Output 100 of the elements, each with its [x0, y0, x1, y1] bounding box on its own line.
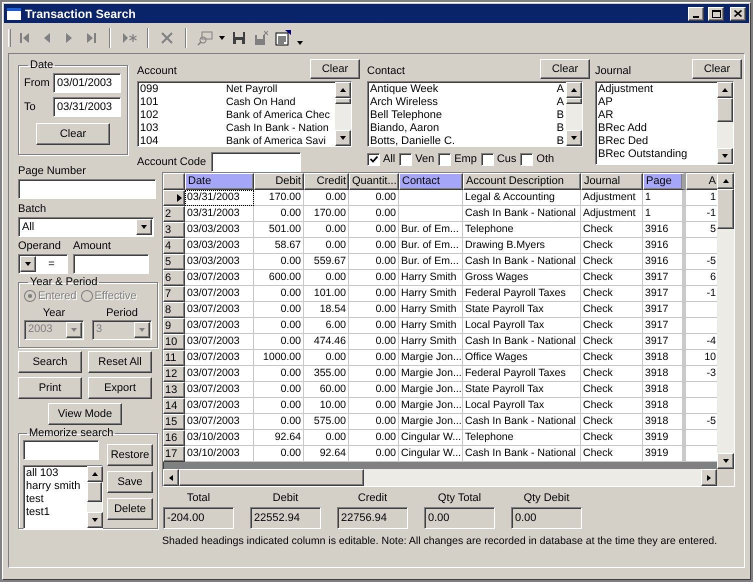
button[interactable]: Save [107, 471, 153, 493]
row-header[interactable] [163, 190, 185, 206]
row-header[interactable]: 6 [163, 270, 185, 286]
column-header[interactable]: Journal [581, 173, 643, 190]
scroll-down-button[interactable] [566, 130, 582, 146]
row-header[interactable]: 5 [163, 254, 185, 270]
table-cell: 1 [686, 190, 717, 206]
caret-icon[interactable] [297, 41, 303, 45]
button[interactable]: Clear [36, 123, 110, 145]
column-header[interactable]: Date [185, 173, 254, 190]
table-cell: 1000.00 [254, 350, 304, 366]
row-header[interactable]: 10 [163, 334, 185, 350]
scrollbar-thumb[interactable] [717, 98, 733, 122]
row-header[interactable]: 4 [163, 238, 185, 254]
dropdown[interactable]: = [18, 254, 68, 274]
scroll-right-button[interactable] [701, 469, 717, 486]
list-item[interactable]: BRec Add [598, 122, 717, 135]
list-item[interactable]: BRec Outstanding [598, 148, 717, 161]
input-field[interactable] [23, 440, 99, 460]
input-field[interactable]: 03/01/2003 [53, 73, 121, 93]
checkbox[interactable] [399, 153, 412, 166]
row-header[interactable]: 13 [163, 382, 185, 398]
row-header[interactable]: 2 [163, 206, 185, 222]
checkbox[interactable] [367, 153, 380, 166]
scroll-up-button[interactable] [335, 82, 351, 98]
button[interactable]: Search [18, 351, 82, 373]
list-item[interactable]: 101 Cash On Hand [140, 96, 335, 109]
table-cell: Federal Payroll Taxes [463, 286, 581, 302]
list-item[interactable]: BRec Ded [598, 135, 717, 148]
scrollbar-thumb[interactable] [717, 189, 734, 229]
list-item[interactable]: 099 Net Payroll [140, 83, 335, 96]
button[interactable]: Delete [107, 498, 153, 520]
caret-icon[interactable] [219, 36, 225, 40]
column-header[interactable]: Credit [304, 173, 349, 190]
row-header[interactable]: 7 [163, 286, 185, 302]
list-item[interactable]: Antique Week A [370, 83, 566, 96]
input-field[interactable] [73, 254, 149, 274]
row-header[interactable]: 8 [163, 302, 185, 318]
row-header[interactable]: 12 [163, 366, 185, 382]
checkbox[interactable] [480, 153, 494, 166]
properties-icon[interactable] [275, 30, 291, 46]
table-cell [686, 382, 717, 398]
row-header[interactable]: 9 [163, 318, 185, 334]
checkbox[interactable] [438, 153, 452, 166]
list-item[interactable]: Biando, Aaron B [370, 122, 566, 135]
table-cell: 03/07/2003 [185, 334, 254, 350]
scroll-down-button[interactable] [717, 148, 733, 164]
row-header[interactable]: 17 [163, 446, 185, 462]
scroll-down-button[interactable] [717, 453, 734, 469]
new-record-icon[interactable] [121, 30, 137, 46]
list-item[interactable]: Botts, Danielle C. B [370, 135, 566, 146]
list-item[interactable]: AP [598, 96, 717, 109]
scroll-left-button[interactable] [163, 469, 179, 486]
dropdown[interactable]: All [18, 217, 154, 237]
scroll-down-button[interactable] [335, 130, 351, 146]
button[interactable]: Restore [107, 444, 153, 466]
table-cell: 3919 [643, 430, 686, 446]
column-header[interactable]: Page [643, 173, 686, 190]
column-header[interactable]: Quantit... [349, 173, 399, 190]
find-icon[interactable] [197, 30, 213, 46]
delete-icon[interactable] [159, 30, 175, 46]
list-item[interactable]: Bell Telephone B [370, 109, 566, 122]
list-item[interactable]: Adjustment [598, 83, 717, 96]
save-cancel-icon[interactable] [253, 30, 269, 46]
column-header[interactable]: Account Description [463, 173, 581, 190]
button[interactable]: Export [88, 377, 152, 399]
column-header[interactable]: Debit [254, 173, 304, 190]
column-header[interactable]: Contact [399, 173, 463, 190]
input-field[interactable] [211, 152, 302, 172]
row-header[interactable]: 16 [163, 430, 185, 446]
scrollbar-thumb[interactable] [179, 469, 364, 486]
button[interactable]: Clear [692, 59, 742, 79]
scrollbar-thumb[interactable] [335, 98, 351, 104]
button[interactable]: Clear [310, 59, 360, 79]
list-item[interactable]: 102 Bank of America Chec [140, 109, 335, 122]
input-field[interactable] [18, 179, 156, 199]
button[interactable]: Print [18, 377, 82, 399]
list-item[interactable]: Arch Wireless A [370, 96, 566, 109]
list-item[interactable]: 103 Cash In Bank - Nation [140, 122, 335, 135]
row-header[interactable]: 14 [163, 398, 185, 414]
scroll-up-button[interactable] [566, 82, 582, 98]
button[interactable]: Clear [540, 59, 590, 79]
list-item[interactable]: 104 Bank of America Savi [140, 135, 335, 146]
button[interactable]: View Mode [48, 403, 122, 425]
close-button[interactable] [730, 6, 746, 20]
maximize-button[interactable] [708, 6, 724, 20]
row-header[interactable]: 3 [163, 222, 185, 238]
checkbox[interactable] [520, 153, 534, 166]
scrollbar-thumb[interactable] [566, 98, 582, 104]
scroll-up-button[interactable] [717, 173, 734, 189]
row-header[interactable]: 15 [163, 414, 185, 430]
input-field[interactable]: 03/31/2003 [53, 97, 121, 117]
column-header[interactable]: A [686, 173, 717, 190]
list-item[interactable]: AR [598, 109, 717, 122]
scroll-up-button[interactable] [717, 82, 733, 98]
button[interactable]: Reset All [88, 351, 152, 373]
table-cell [686, 430, 717, 446]
field-label: All [383, 153, 396, 166]
row-header[interactable]: 11 [163, 350, 185, 366]
minimize-button[interactable] [688, 6, 704, 20]
